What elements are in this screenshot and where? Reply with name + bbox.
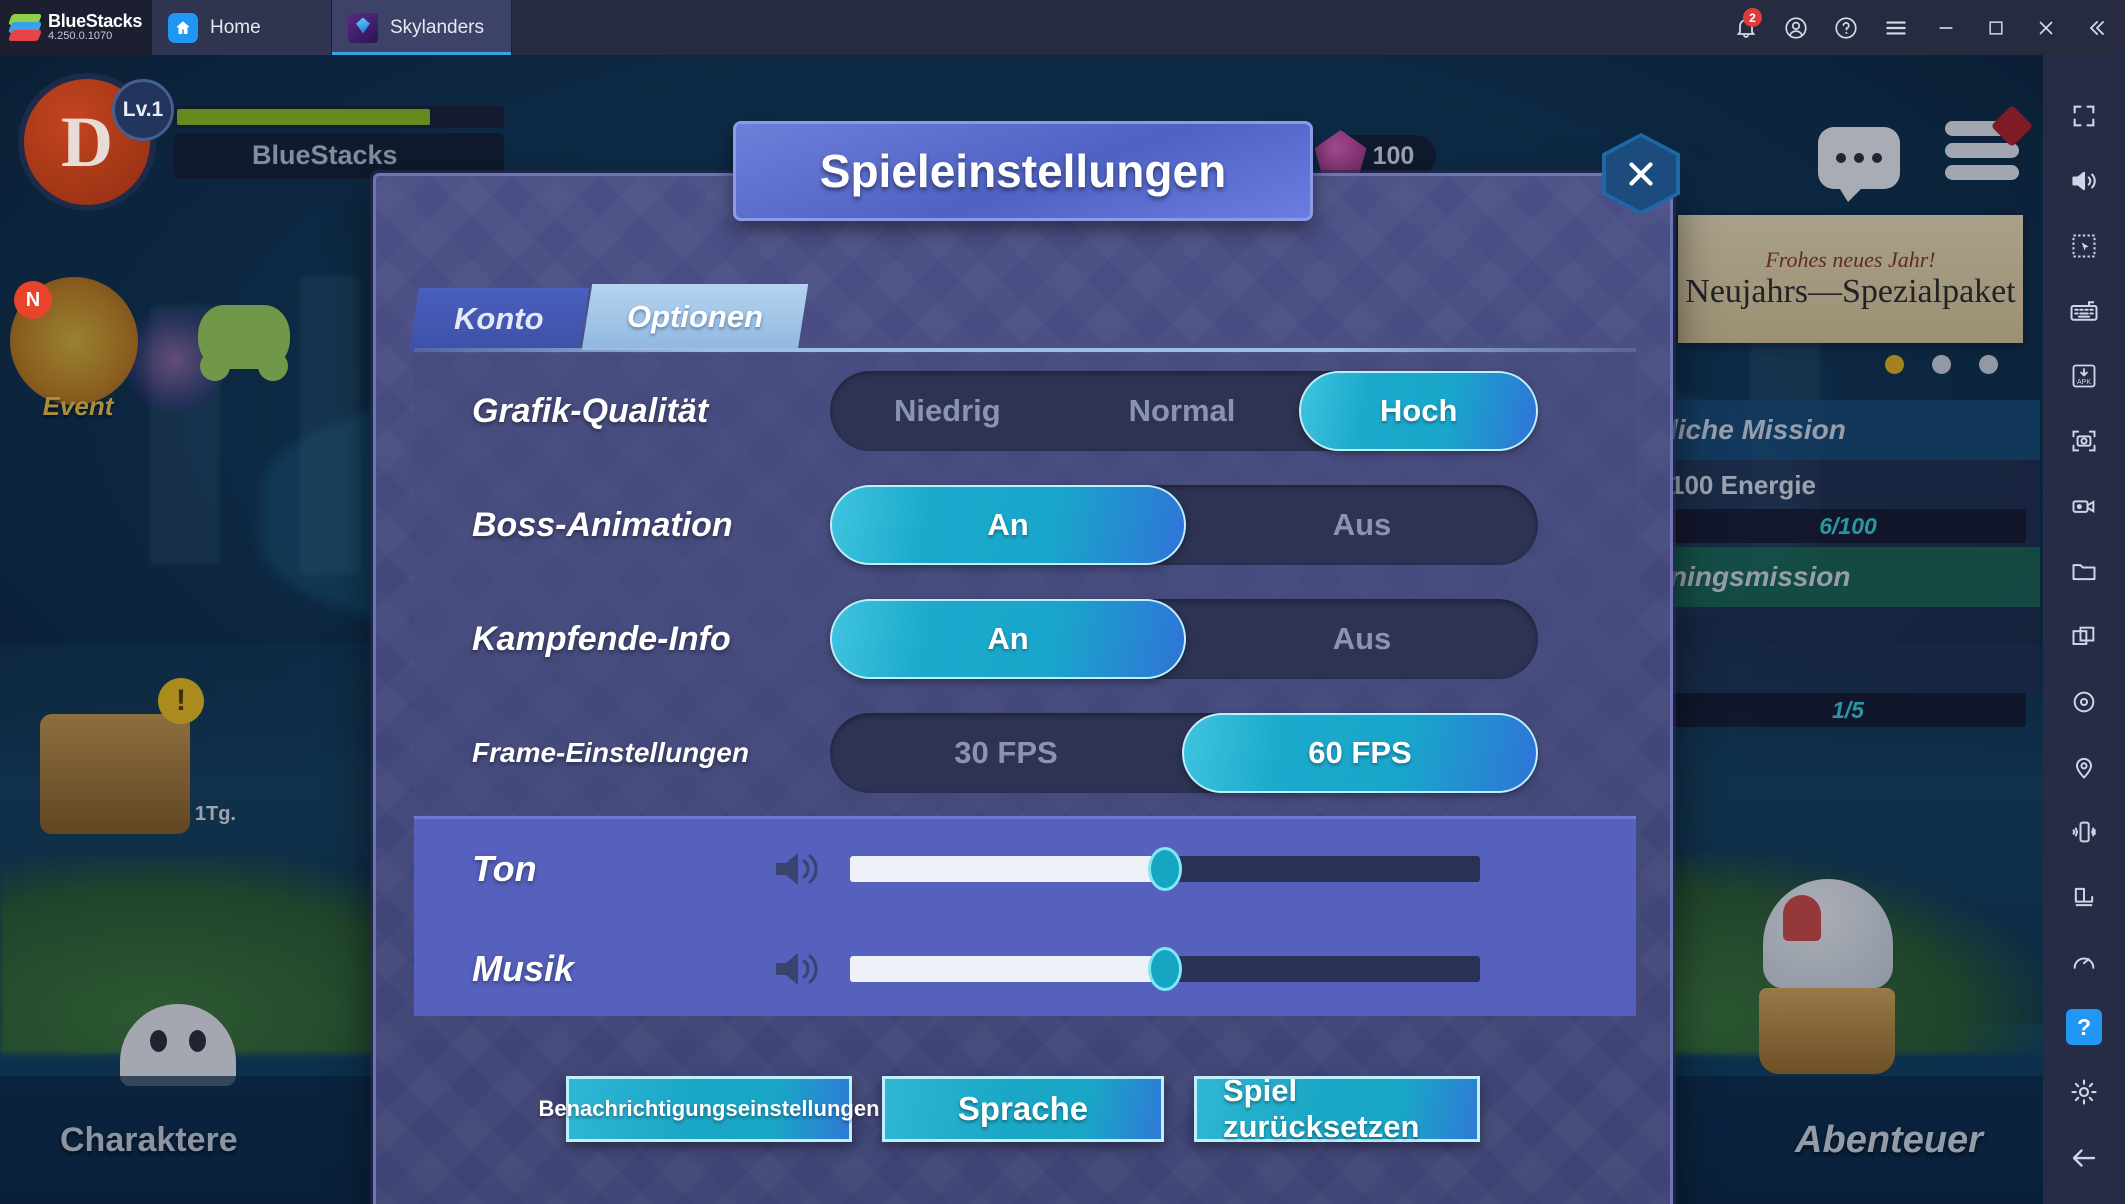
audio-label-music: Musik (472, 948, 575, 989)
folder-icon[interactable] (2043, 539, 2125, 604)
multi-select-icon[interactable] (2043, 213, 2125, 278)
titlebar-spacer (512, 0, 1721, 55)
tab-divider (414, 348, 1636, 352)
event-new-badge: N (14, 281, 52, 319)
frame-rate-option-30[interactable]: 30 FPS (830, 713, 1182, 793)
tab-home[interactable]: Home (152, 0, 332, 55)
dialog-tabs: Konto Optionen (409, 284, 808, 350)
sound-slider-knob[interactable] (1148, 847, 1182, 891)
window-tabstrip: Home Skylanders (152, 0, 512, 55)
tab-konto-label: Konto (454, 301, 544, 336)
volume-icon[interactable] (2043, 148, 2125, 213)
sound-slider[interactable] (850, 847, 1480, 891)
tab-skylanders[interactable]: Skylanders (332, 0, 512, 55)
back-arrow-icon[interactable] (2043, 1125, 2125, 1190)
settings-list: Grafik-Qualität Niedrig Normal Hoch Boss… (414, 354, 1636, 810)
game-icon (348, 12, 378, 43)
graphics-option-normal[interactable]: Normal (1065, 371, 1300, 451)
language-button[interactable]: Sprache (882, 1076, 1164, 1142)
minimize-icon[interactable] (1921, 0, 1971, 55)
setting-label-graphics: Grafik-Qualität (472, 391, 709, 430)
bell-icon[interactable]: 2 (1721, 0, 1771, 55)
audio-label-sound: Ton (472, 848, 537, 889)
tab-home-label: Home (210, 16, 261, 38)
close-icon[interactable] (2021, 0, 2071, 55)
brand-version: 4.250.0.1070 (48, 30, 113, 43)
multi-instance-icon[interactable] (2043, 604, 2125, 669)
dialog-title: Spieleinstellungen (733, 121, 1313, 221)
speaker-icon[interactable] (772, 847, 826, 891)
segmented-control-boss-animation[interactable]: An Aus (830, 485, 1538, 565)
music-slider[interactable] (850, 947, 1480, 991)
location-icon[interactable] (2043, 734, 2125, 799)
tab-optionen[interactable]: Optionen (581, 284, 808, 350)
svg-text:APK: APK (2077, 379, 2091, 386)
frame-rate-option-60[interactable]: 60 FPS (1182, 713, 1538, 793)
help-icon[interactable] (1821, 0, 1871, 55)
setting-row-frame-rate: Frame-Einstellungen 30 FPS 60 FPS (414, 696, 1636, 810)
help-button[interactable]: ? (2043, 995, 2125, 1060)
notification-badge: 2 (1743, 8, 1762, 27)
tab-skylanders-label: Skylanders (390, 16, 484, 38)
gear-icon[interactable] (2043, 1060, 2125, 1125)
speaker-icon[interactable] (772, 947, 826, 991)
music-slider-knob[interactable] (1148, 947, 1182, 991)
setting-row-battle-end-info: Kampfende-Info An Aus (414, 582, 1636, 696)
brand-name: BlueStacks (48, 11, 143, 32)
home-icon (168, 12, 198, 43)
apk-install-icon[interactable]: APK (2043, 344, 2125, 409)
shake-icon[interactable] (2043, 799, 2125, 864)
rotate-icon[interactable] (2043, 865, 2125, 930)
setting-label-battle-end-info: Kampfende-Info (472, 619, 731, 658)
battle-end-info-option-off[interactable]: Aus (1186, 599, 1538, 679)
account-icon[interactable] (1771, 0, 1821, 55)
boss-animation-option-on[interactable]: An (830, 485, 1186, 565)
keyboard-icon[interactable] (2043, 278, 2125, 343)
notification-settings-button[interactable]: Benachrichtigungseinstellungen (538, 1076, 880, 1142)
graphics-option-high[interactable]: Hoch (1299, 371, 1539, 451)
performance-icon[interactable] (2043, 930, 2125, 995)
battle-end-info-option-on[interactable]: An (830, 599, 1186, 679)
tab-konto[interactable]: Konto (409, 288, 589, 350)
game-viewport: D Lv.1 BlueStacks N Event 8.040 100 Froh… (0, 55, 2043, 1204)
tab-optionen-label: Optionen (626, 299, 763, 334)
screenshot-icon[interactable] (2043, 409, 2125, 474)
setting-label-boss-animation: Boss-Animation (472, 505, 733, 544)
setting-label-frame-rate: Frame-Einstellungen (472, 737, 749, 768)
bluestacks-sidebar: APK ? (2043, 55, 2125, 1204)
reset-game-button[interactable]: Spiel zurücksetzen (1194, 1073, 1480, 1144)
help-icon: ? (2066, 1009, 2102, 1046)
menu-icon[interactable] (1871, 0, 1921, 55)
avatar[interactable]: D Lv.1 (18, 73, 174, 211)
level-badge: Lv.1 (112, 79, 174, 141)
setting-row-boss-animation: Boss-Animation An Aus (414, 468, 1636, 582)
segmented-control-frame-rate[interactable]: 30 FPS 60 FPS (830, 713, 1538, 793)
titlebar-controls: 2 (1721, 0, 2125, 55)
setting-row-graphics: Grafik-Qualität Niedrig Normal Hoch (414, 354, 1636, 468)
eye-icon[interactable] (2043, 669, 2125, 734)
audio-row-sound: Ton (414, 819, 1636, 919)
bluestacks-titlebar: BlueStacks 4.250.0.1070 Home Skylanders … (0, 0, 2125, 55)
boss-animation-option-off[interactable]: Aus (1186, 485, 1538, 565)
fullscreen-icon[interactable] (2043, 83, 2125, 148)
graphics-option-low[interactable]: Niedrig (830, 371, 1065, 451)
bluestacks-logo-icon (7, 13, 43, 43)
record-icon[interactable] (2043, 474, 2125, 539)
dialog-footer: Benachrichtigungseinstellungen Sprache S… (376, 1073, 1670, 1144)
game-settings-dialog: Konto Optionen Grafik-Qualität Niedrig N… (373, 173, 1673, 1204)
segmented-control-graphics[interactable]: Niedrig Normal Hoch (830, 371, 1539, 451)
segmented-control-battle-end-info[interactable]: An Aus (830, 599, 1538, 679)
collapse-icon[interactable] (2071, 0, 2121, 55)
bluestacks-brand: BlueStacks 4.250.0.1070 (0, 0, 152, 55)
audio-settings: Ton Musik (414, 816, 1636, 1016)
audio-row-music: Musik (414, 919, 1636, 1019)
maximize-icon[interactable] (1971, 0, 2021, 55)
